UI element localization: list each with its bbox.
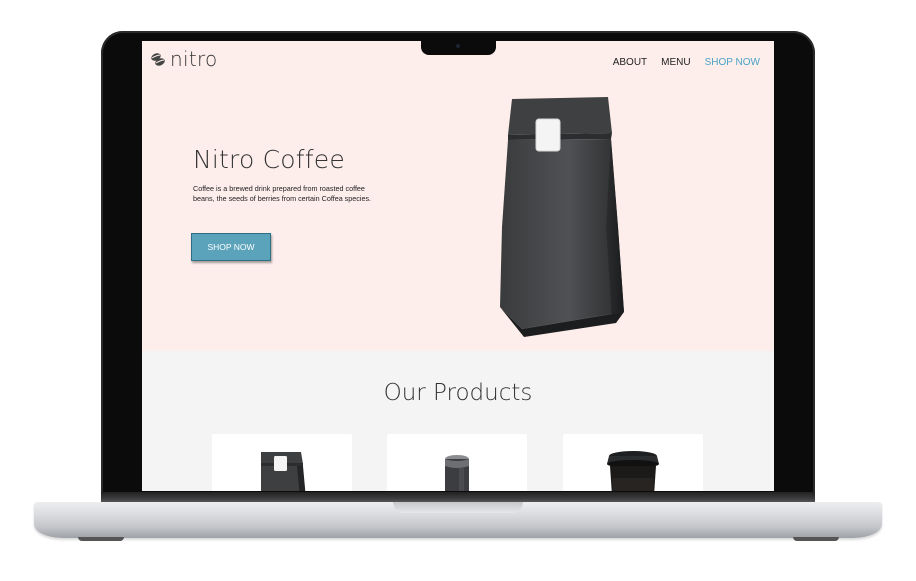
nav-about-link[interactable]: ABOUT xyxy=(613,57,647,68)
brand[interactable]: nitro xyxy=(150,47,218,71)
brand-name: nitro xyxy=(170,47,218,71)
laptop-foot-right xyxy=(793,537,839,541)
hero-title: Nitro Coffee xyxy=(193,145,345,174)
coffee-bag-icon xyxy=(261,452,306,491)
products-section: Our Products xyxy=(142,351,774,491)
laptop-foot-left xyxy=(78,537,124,541)
coffee-bean-logo-icon xyxy=(151,53,165,66)
hero-description: Coffee is a brewed drink prepared from r… xyxy=(193,184,372,203)
laptop-screen: nitro ABOUT MENU SHOP NOW Nitro Coffee C… xyxy=(142,41,774,491)
products-title: Our Products xyxy=(383,380,533,406)
coffee-cup-icon xyxy=(607,451,659,491)
camera-notch xyxy=(421,41,496,55)
coffee-can-icon xyxy=(445,455,469,491)
camera-icon xyxy=(456,44,460,48)
laptop-thumb-notch xyxy=(393,502,523,513)
product-card[interactable] xyxy=(212,434,352,491)
coffee-bag-image xyxy=(500,97,624,337)
nav-menu-link[interactable]: MENU xyxy=(661,57,690,68)
nav-shop-now-link[interactable]: SHOP NOW xyxy=(705,57,760,68)
shop-now-button[interactable]: SHOP NOW xyxy=(191,233,271,261)
product-card[interactable] xyxy=(563,434,703,491)
main-nav: ABOUT MENU SHOP NOW xyxy=(613,57,760,68)
hero-section: nitro ABOUT MENU SHOP NOW Nitro Coffee C… xyxy=(142,41,774,351)
laptop-hinge xyxy=(101,492,815,502)
product-card[interactable] xyxy=(387,434,527,491)
